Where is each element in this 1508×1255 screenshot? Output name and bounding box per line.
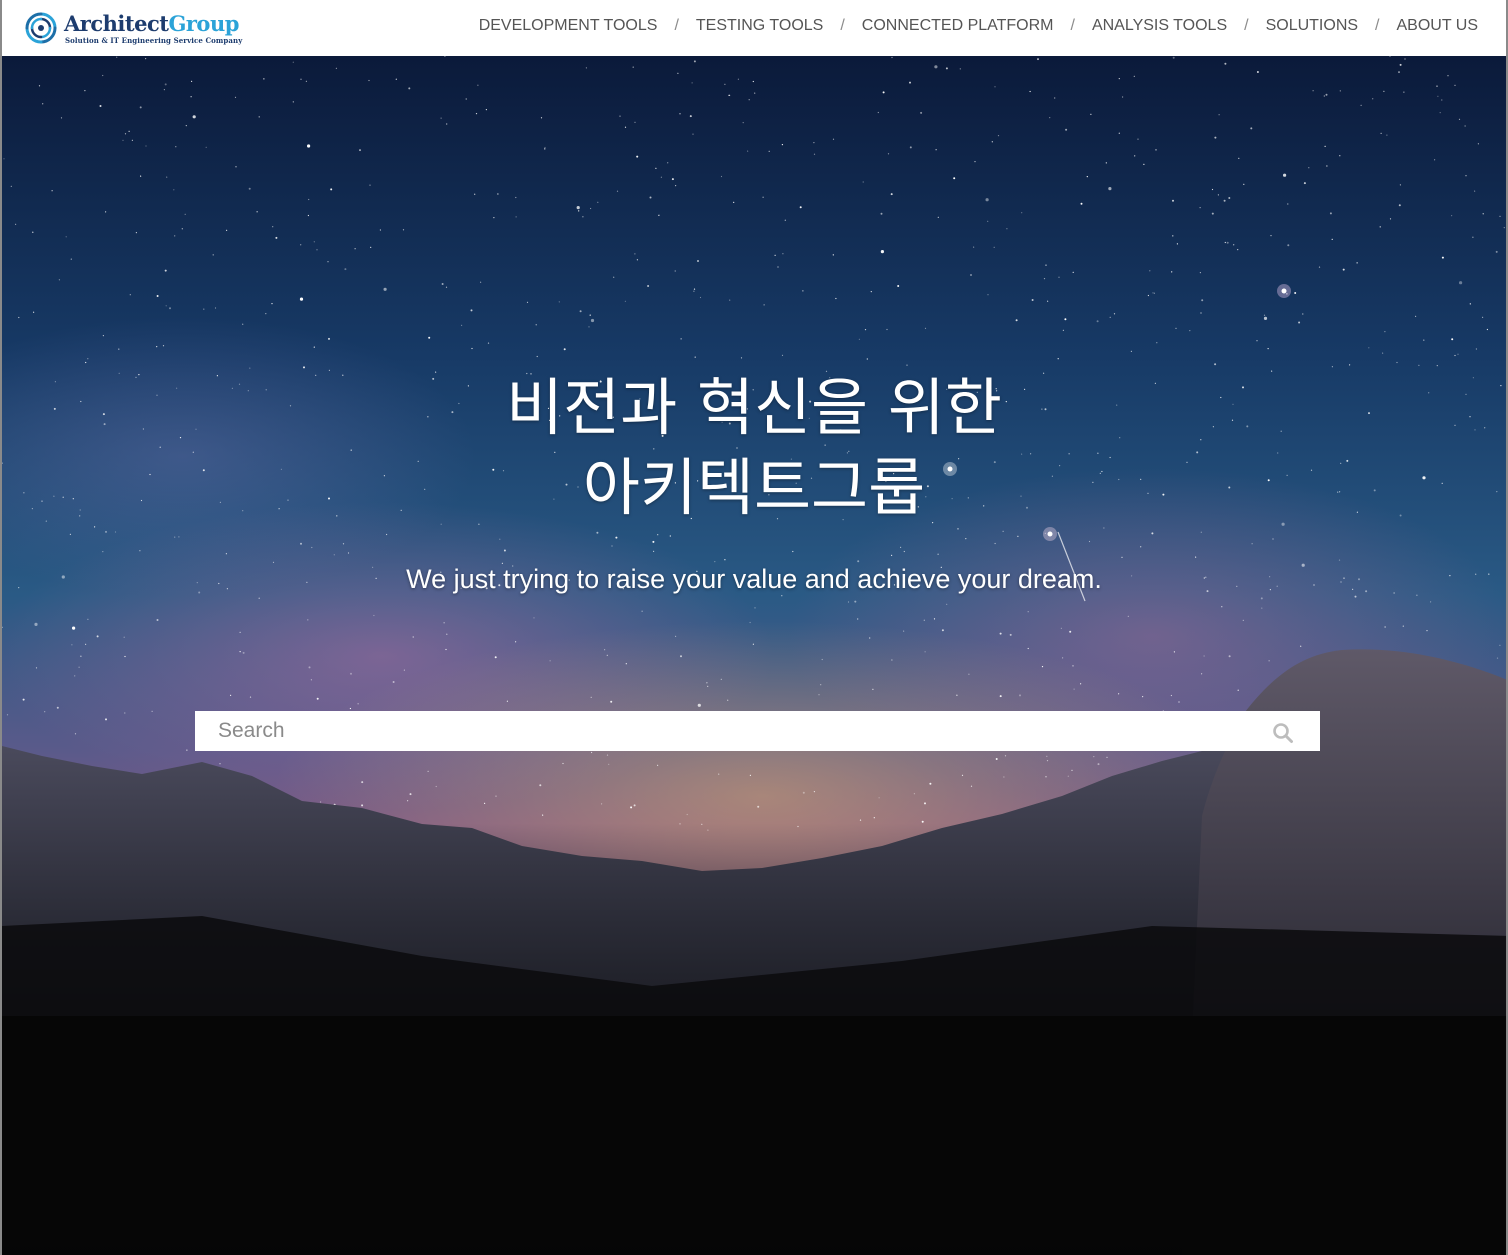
nav-separator: / <box>1375 17 1380 34</box>
search-bar <box>195 711 1320 751</box>
hero-title: 비전과 혁신을 위한 아키텍트그룹 <box>2 368 1506 528</box>
nav-item-connected-platform[interactable]: CONNECTED PLATFORM <box>862 17 1054 35</box>
logo-tagline: Solution & IT Engineering Service Compan… <box>65 36 243 45</box>
nav-item-solutions[interactable]: SOLUTIONS <box>1266 17 1358 35</box>
search-input[interactable] <box>195 711 1255 751</box>
swirl-logo-icon <box>25 12 57 44</box>
nav-separator: / <box>674 17 679 34</box>
hero-title-line2: 아키텍트그룹 <box>582 451 926 524</box>
site-logo[interactable]: ArchitectGroup Solution & IT Engineering… <box>24 10 242 48</box>
nav-item-analysis-tools[interactable]: ANALYSIS TOOLS <box>1092 17 1227 35</box>
nav-separator: / <box>1070 17 1075 34</box>
hero-title-line1: 비전과 혁신을 위한 <box>506 371 1002 444</box>
nav-separator: / <box>840 17 845 34</box>
nav-item-development-tools[interactable]: DEVELOPMENT TOOLS <box>479 17 658 35</box>
search-icon[interactable] <box>1272 722 1294 744</box>
nav-item-about-us[interactable]: ABOUT US <box>1397 17 1479 35</box>
hero-section: 비전과 혁신을 위한 아키텍트그룹 We just trying to rais… <box>2 56 1506 1255</box>
mountain-silhouette <box>2 649 1506 1255</box>
main-nav: DEVELOPMENT TOOLS / TESTING TOOLS / CONN… <box>479 17 1478 35</box>
site-header: ArchitectGroup Solution & IT Engineering… <box>2 0 1506 56</box>
nav-separator: / <box>1244 17 1249 34</box>
logo-name: ArchitectGroup <box>64 11 239 36</box>
nav-item-testing-tools[interactable]: TESTING TOOLS <box>696 17 823 35</box>
page-frame: ArchitectGroup Solution & IT Engineering… <box>0 0 1508 1255</box>
hero-subtitle: We just trying to raise your value and a… <box>406 564 1102 594</box>
